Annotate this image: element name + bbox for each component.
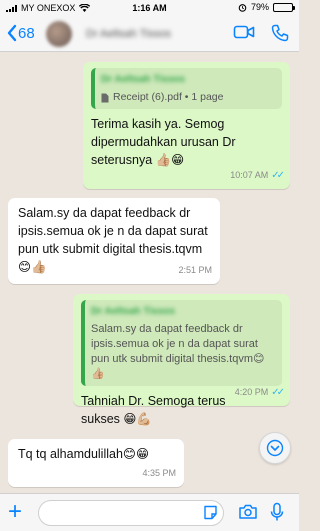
- message-text: Tq tq alhamdulillah😊😁: [18, 447, 149, 461]
- battery-icon: [273, 2, 295, 12]
- chevron-left-icon: [7, 24, 17, 42]
- message-time: 4:20 PM: [234, 387, 269, 397]
- message-bubble-outgoing[interactable]: Dr Aeltsah Tissos Receipt (6).pdf • 1 pa…: [83, 62, 290, 189]
- plus-icon[interactable]: +: [8, 500, 22, 524]
- status-bar: MY ONEXOX 1:16 AM 79%: [0, 0, 299, 16]
- scroll-down-button[interactable]: [259, 432, 291, 464]
- message-time: 2:51 PM: [178, 265, 212, 275]
- back-count: 68: [18, 24, 35, 42]
- quoted-document[interactable]: Dr Aeltsah Tissos Receipt (6).pdf • 1 pa…: [91, 68, 282, 109]
- message-time: 10:07 AM: [230, 170, 269, 180]
- battery-percent: 79%: [250, 2, 269, 12]
- composer-bar: +: [0, 493, 299, 531]
- quote-author: Dr Aeltsah Tissos: [101, 74, 185, 85]
- chat-header: 68 Dr Aeltsah Tissos: [0, 16, 299, 52]
- message-text: Terima kasih ya. Semog dipermudahkan uru…: [91, 117, 236, 167]
- message-meta: 10:07 AM ✓✓: [230, 167, 285, 184]
- video-camera-icon[interactable]: [233, 24, 255, 40]
- message-meta: 2:51 PM: [178, 262, 212, 279]
- message-bubble-incoming[interactable]: Salam.sy da dapat feedback dr ipsis.semu…: [8, 198, 220, 284]
- phone-icon[interactable]: [271, 24, 289, 42]
- avatar[interactable]: [46, 21, 72, 47]
- sticker-icon[interactable]: [203, 505, 218, 520]
- message-meta: 4:35 PM: [142, 465, 176, 482]
- message-bubble-incoming[interactable]: Tq tq alhamdulillah😊😁 4:35 PM: [8, 439, 184, 487]
- contact-name[interactable]: Dr Aeltsah Tissos: [86, 28, 171, 40]
- message-bubble-outgoing[interactable]: Dr Aeltsah Tissos Salam.sy da dapat feed…: [73, 294, 290, 426]
- camera-icon[interactable]: [238, 503, 258, 520]
- quote-author: Dr Aeltsah Tissos: [91, 306, 175, 317]
- read-receipt-icon: ✓✓: [271, 170, 285, 181]
- document-icon: [101, 93, 109, 102]
- message-input[interactable]: [38, 500, 224, 526]
- quoted-message[interactable]: Dr Aeltsah Tissos Salam.sy da dapat feed…: [81, 300, 282, 386]
- attachment-line: Receipt (6).pdf • 1 page: [101, 90, 276, 105]
- microphone-icon[interactable]: [270, 502, 284, 522]
- chat-area[interactable]: Dr Aeltsah Tissos Receipt (6).pdf • 1 pa…: [0, 52, 299, 493]
- quote-text: Salam.sy da dapat feedback dr ipsis.semu…: [91, 323, 265, 380]
- attachment-name: Receipt (6).pdf • 1 page: [113, 91, 224, 103]
- back-button[interactable]: 68: [6, 24, 35, 42]
- status-right: 79%: [238, 2, 295, 12]
- message-meta: 4:20 PM ✓✓: [234, 384, 285, 401]
- call-actions: [233, 24, 289, 42]
- message-time: 4:35 PM: [142, 468, 176, 478]
- alarm-icon: [238, 3, 247, 12]
- chevron-down-icon: [266, 439, 284, 457]
- read-receipt-icon: ✓✓: [271, 387, 285, 398]
